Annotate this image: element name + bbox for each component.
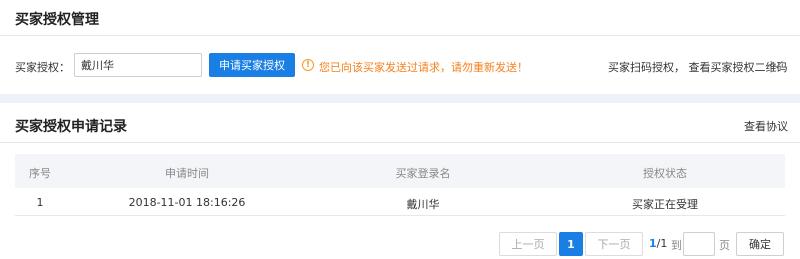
buyer-name-input[interactable] [74,53,202,77]
page-suffix-label: 页 [719,239,730,252]
page-count-current: 1 [649,237,657,250]
apply-auth-button[interactable]: 申请买家授权 [209,53,295,77]
page-count-total: /1 [656,237,668,250]
warning-circle-icon: ! [302,59,314,71]
cell-buyer: 戴川华 [406,198,440,211]
column-header-buyer: 买家登录名 [395,167,451,180]
divider [0,142,800,143]
next-page-button[interactable]: 下一页 [585,232,643,256]
goto-label: 到 [671,239,682,252]
column-header-status: 授权状态 [643,167,687,180]
page-header: 买家授权管理 [0,0,800,36]
cell-time: 2018-11-01 18:16:26 [128,196,246,209]
view-qr-code-link[interactable]: 买家扫码授权， 查看买家授权二维码 [608,59,788,75]
table-header: 序号 申请时间 买家登录名 授权状态 [15,154,785,188]
buyer-auth-label: 买家授权： [15,61,70,74]
confirm-goto-button[interactable]: 确定 [736,232,784,256]
view-agreement-link[interactable]: 查看协议 [744,118,788,134]
cell-status: 买家正在受理 [632,198,698,211]
section-divider-band [0,94,800,103]
goto-page-input[interactable] [683,232,715,256]
prev-page-button[interactable]: 上一页 [499,232,557,256]
table-row: 1 2018-11-01 18:16:26 戴川华 买家正在受理 [15,188,785,216]
column-header-time: 申请时间 [165,167,209,180]
auth-form: 买家授权： 申请买家授权 ! 您已向该买家发送过请求，请勿重新发送！ 买家扫码授… [0,36,800,94]
cell-index: 1 [36,196,44,209]
warning-message: 您已向该买家发送过请求，请勿重新发送！ [319,61,528,74]
page-1-button[interactable]: 1 [559,232,583,256]
column-header-index: 序号 [29,167,51,180]
records-title: 买家授权申请记录 [15,119,127,135]
page-count: 1/1 [649,237,667,250]
page-title: 买家授权管理 [15,12,99,28]
